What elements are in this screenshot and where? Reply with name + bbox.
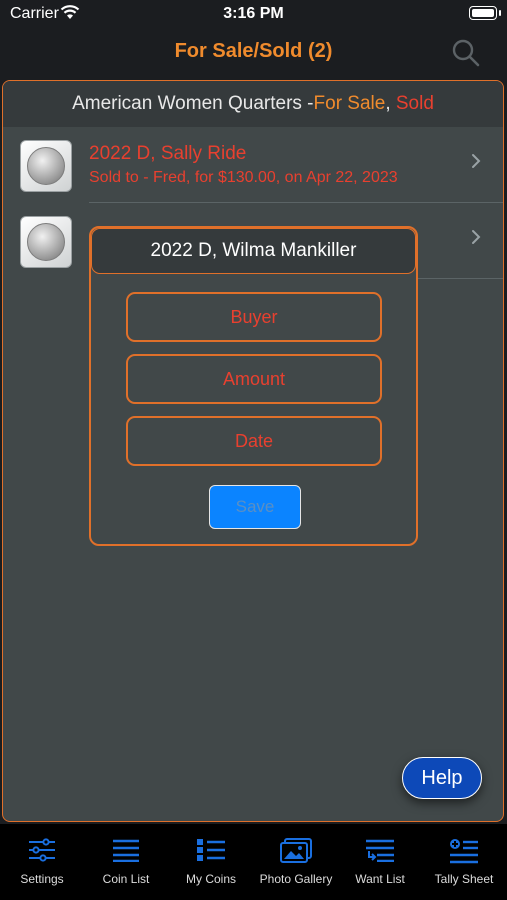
for-sale-label: For Sale xyxy=(313,93,386,114)
coin-thumbnail xyxy=(20,216,72,268)
list-icon xyxy=(113,839,139,862)
list-item-subtitle: Sold to - Fred, for $130.00, on Apr 22, … xyxy=(89,169,398,186)
battery-icon xyxy=(469,6,501,20)
photo-gallery-icon xyxy=(280,838,312,863)
tally-sheet-icon xyxy=(450,839,478,864)
tab-photo-gallery[interactable]: Photo Gallery xyxy=(254,824,338,900)
amount-field[interactable] xyxy=(126,354,382,404)
save-button[interactable]: Save xyxy=(209,485,301,529)
clock: 3:16 PM xyxy=(223,5,284,22)
help-button[interactable]: Help xyxy=(402,757,482,799)
tab-want-list[interactable]: Want List xyxy=(338,824,422,900)
sale-dialog: 2022 D, Wilma Mankiller Save xyxy=(89,226,418,546)
bullet-list-icon xyxy=(197,839,225,861)
section-header: American Women Quarters - For Sale , Sol… xyxy=(3,81,503,127)
chevron-right-icon xyxy=(472,154,481,168)
sold-label: Sold xyxy=(390,93,434,114)
coin-face-icon xyxy=(27,223,65,261)
section-title: American Women Quarters - xyxy=(72,93,314,114)
tab-label: Tally Sheet xyxy=(434,872,494,886)
want-list-icon xyxy=(366,839,394,862)
sliders-icon xyxy=(29,838,55,862)
date-field[interactable] xyxy=(126,416,382,466)
search-icon[interactable] xyxy=(452,39,480,67)
coin-face-icon xyxy=(27,147,65,185)
tab-settings[interactable]: Settings xyxy=(0,824,84,900)
dialog-title: 2022 D, Wilma Mankiller xyxy=(91,228,416,274)
list-item-title: 2022 D, Sally Ride xyxy=(89,143,247,164)
tab-my-coins[interactable]: My Coins xyxy=(169,824,253,900)
tab-coin-list[interactable]: Coin List xyxy=(84,824,168,900)
list-item[interactable]: 2022 D, Sally Ride Sold to - Fred, for $… xyxy=(3,127,503,203)
page-title: For Sale/Sold (2) xyxy=(174,40,333,62)
chevron-right-icon xyxy=(472,230,481,244)
coin-thumbnail xyxy=(20,140,72,192)
status-bar: Carrier 3:16 PM xyxy=(0,0,507,30)
buyer-field[interactable] xyxy=(126,292,382,342)
tab-bar: Settings Coin List My Coins Photo Galler… xyxy=(0,824,507,900)
tab-tally-sheet[interactable]: Tally Sheet xyxy=(422,824,506,900)
